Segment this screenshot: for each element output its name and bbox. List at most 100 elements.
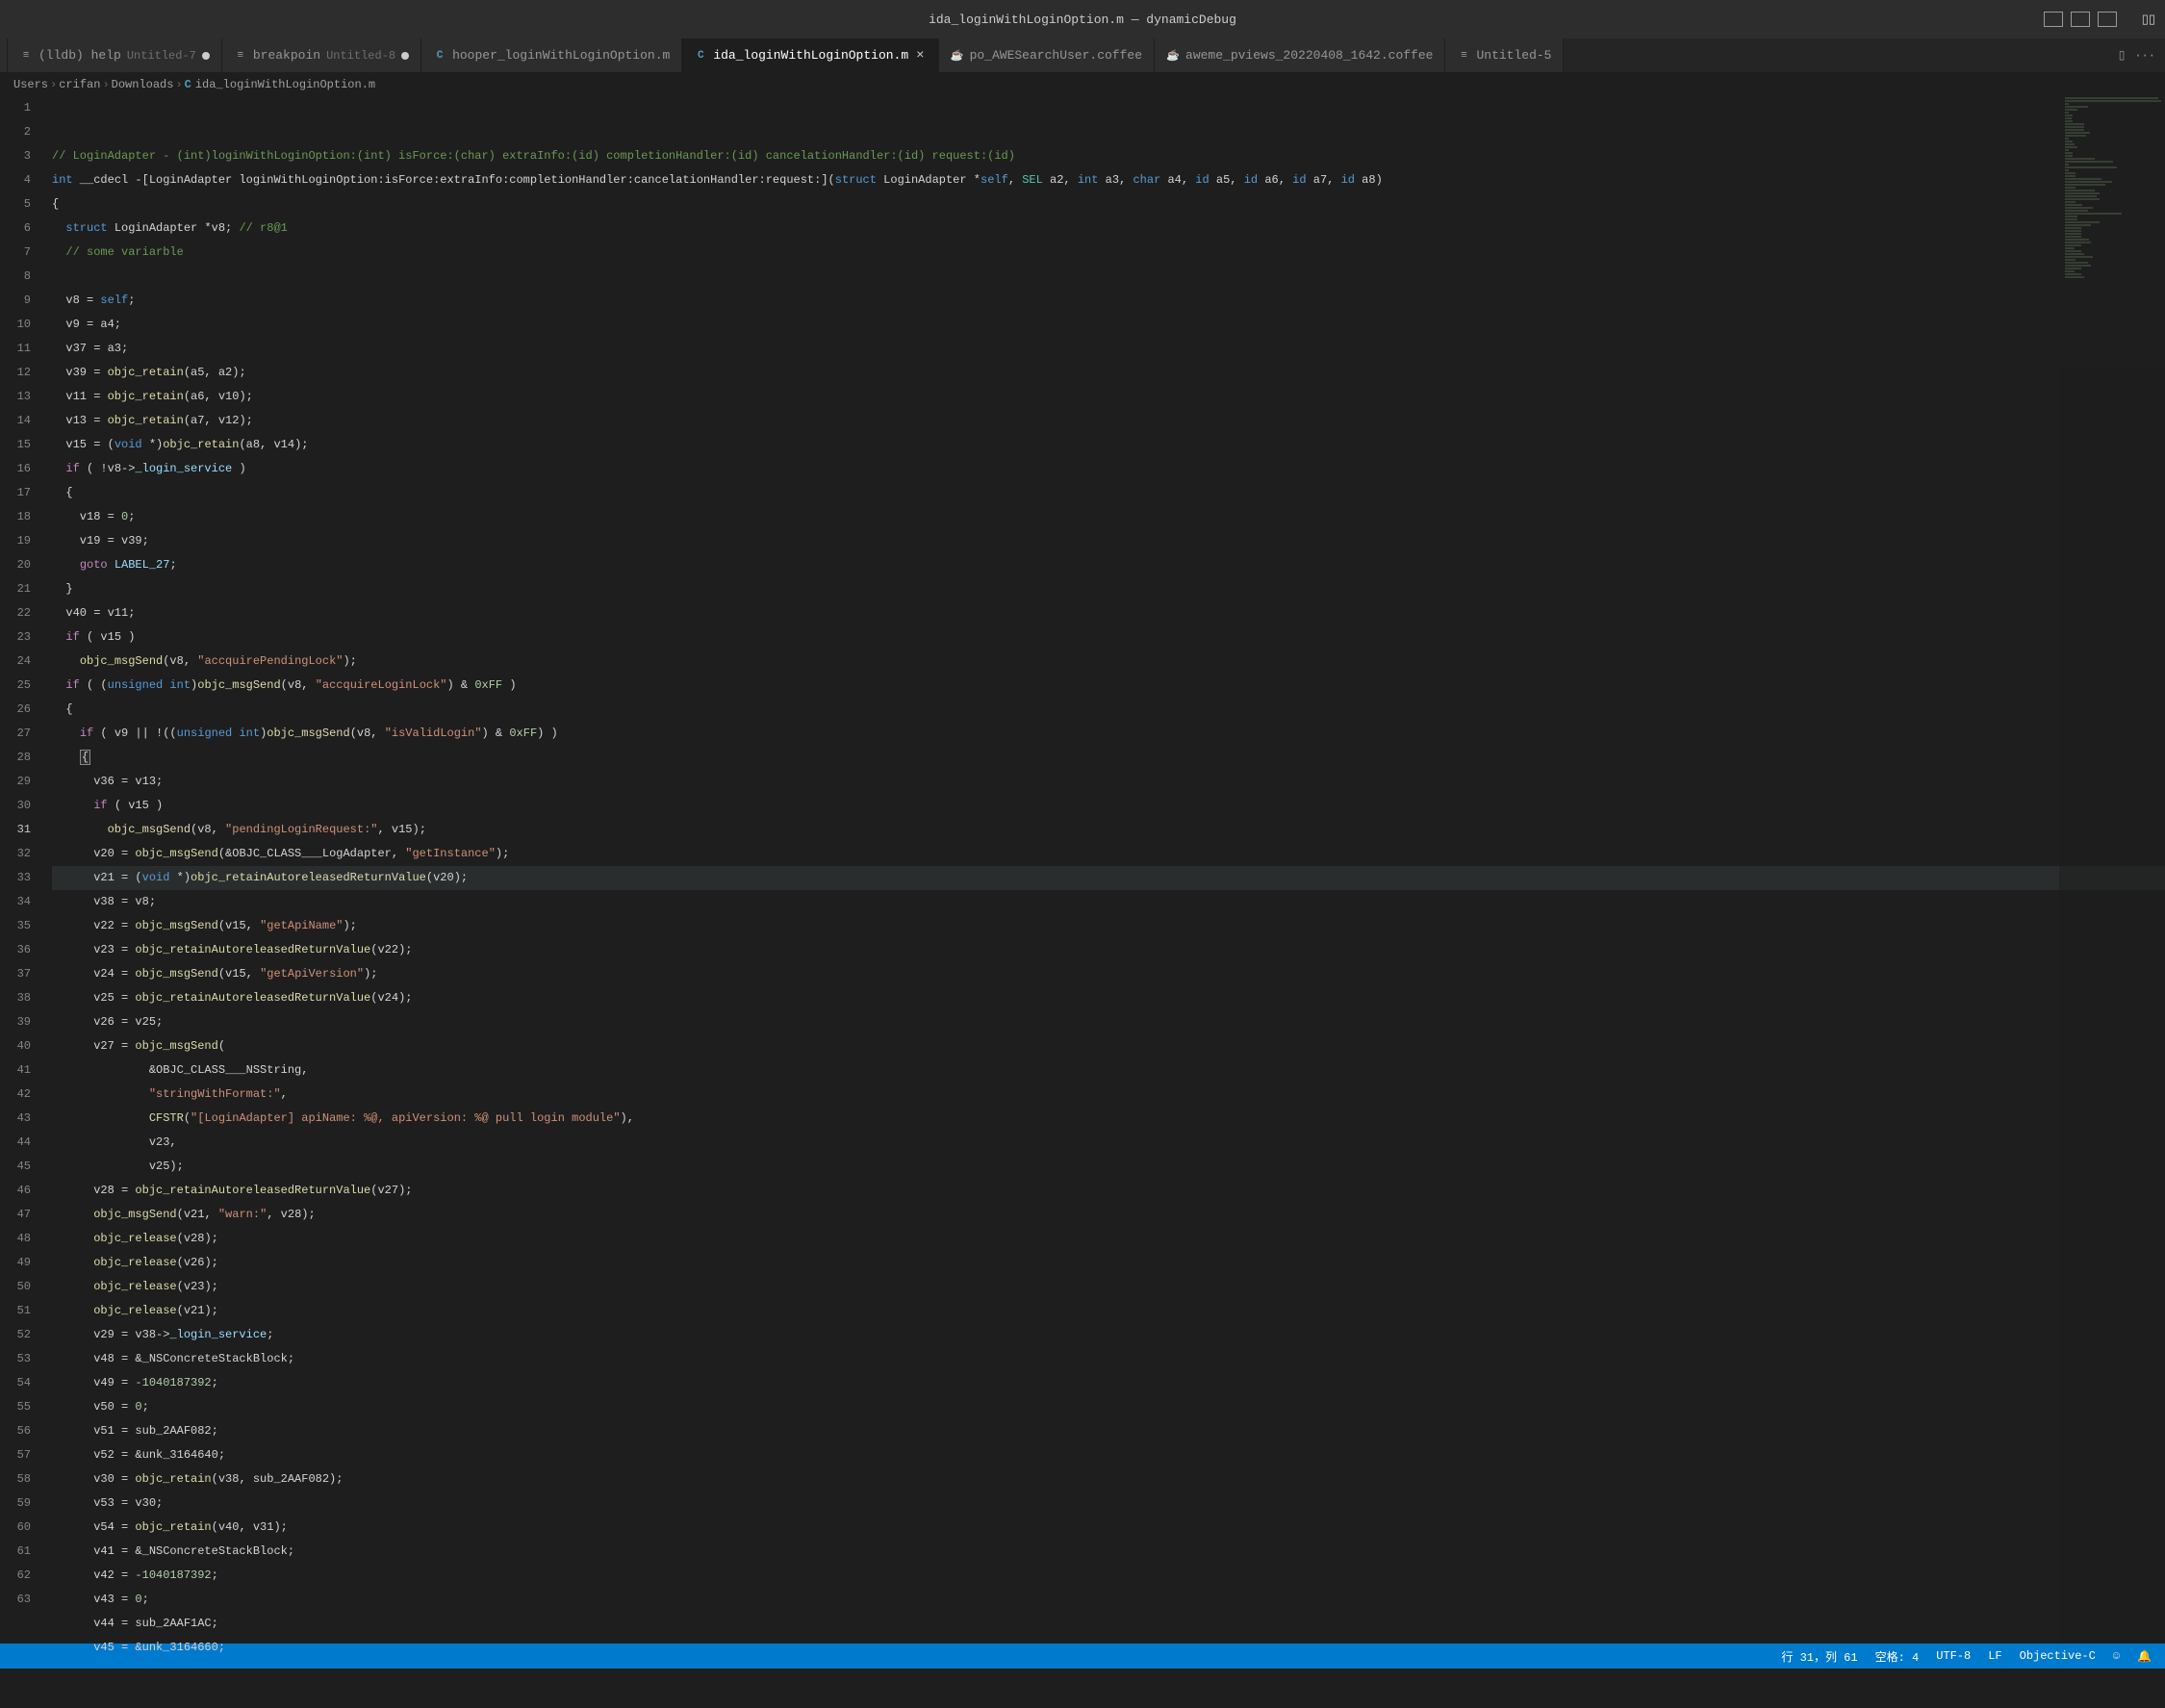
panel-bottom-icon[interactable] bbox=[2071, 12, 2090, 27]
code-line[interactable]: v45 = &unk_3164660; bbox=[52, 1636, 2165, 1660]
code-line[interactable]: v29 = v38->_login_service; bbox=[52, 1323, 2165, 1347]
code-line[interactable]: v53 = v30; bbox=[52, 1491, 2165, 1516]
split-editor-icon[interactable]: ▯ bbox=[2119, 48, 2126, 63]
tab-5[interactable]: ☕aweme_pviews_20220408_1642.coffee bbox=[1155, 38, 1445, 72]
line-number: 14 bbox=[0, 409, 31, 433]
code-line[interactable]: if ( v15 ) bbox=[52, 625, 2165, 650]
code-line[interactable]: { bbox=[52, 698, 2165, 722]
tab-label: po_AWESearchUser.coffee bbox=[970, 48, 1142, 63]
code-line[interactable]: struct LoginAdapter *v8; // r8@1 bbox=[52, 217, 2165, 241]
code-line[interactable]: v38 = v8; bbox=[52, 890, 2165, 914]
code-line[interactable]: v23, bbox=[52, 1131, 2165, 1155]
code-line[interactable]: // LoginAdapter - (int)loginWithLoginOpt… bbox=[52, 144, 2165, 168]
panel-left-icon[interactable] bbox=[2044, 12, 2063, 27]
tab-1[interactable]: ≡breakpoin Untitled-8 bbox=[222, 38, 421, 72]
line-number: 9 bbox=[0, 289, 31, 313]
code-line[interactable]: "stringWithFormat:", bbox=[52, 1083, 2165, 1107]
code-line[interactable]: v9 = a4; bbox=[52, 313, 2165, 337]
code-line[interactable]: v39 = objc_retain(a5, a2); bbox=[52, 361, 2165, 385]
more-actions-icon[interactable]: ··· bbox=[2134, 49, 2155, 63]
code-line[interactable]: v19 = v39; bbox=[52, 529, 2165, 553]
code-line[interactable]: objc_release(v26); bbox=[52, 1251, 2165, 1275]
code-line[interactable]: v44 = sub_2AAF1AC; bbox=[52, 1612, 2165, 1636]
code-line[interactable]: v48 = &_NSConcreteStackBlock; bbox=[52, 1347, 2165, 1371]
code-line[interactable]: v21 = (void *)objc_retainAutoreleasedRet… bbox=[52, 866, 2165, 890]
code-line[interactable]: } bbox=[52, 577, 2165, 601]
breadcrumbs[interactable]: Users›crifan›Downloads›Cida_loginWithLog… bbox=[0, 73, 2165, 96]
panel-right-icon[interactable] bbox=[2098, 12, 2117, 27]
code-line[interactable]: objc_release(v23); bbox=[52, 1275, 2165, 1299]
line-number: 38 bbox=[0, 986, 31, 1010]
code-line[interactable]: if ( v15 ) bbox=[52, 794, 2165, 818]
code-line[interactable]: &OBJC_CLASS___NSString, bbox=[52, 1058, 2165, 1083]
code-line[interactable]: goto LABEL_27; bbox=[52, 553, 2165, 577]
code-line[interactable]: v54 = objc_retain(v40, v31); bbox=[52, 1516, 2165, 1540]
line-number: 41 bbox=[0, 1058, 31, 1083]
code-line[interactable]: v8 = self; bbox=[52, 289, 2165, 313]
code-line[interactable]: v36 = v13; bbox=[52, 770, 2165, 794]
code-line[interactable]: CFSTR("[LoginAdapter] apiName: %@, apiVe… bbox=[52, 1107, 2165, 1131]
code-line[interactable]: { bbox=[52, 481, 2165, 505]
code-line[interactable]: v15 = (void *)objc_retain(a8, v14); bbox=[52, 433, 2165, 457]
code-line[interactable]: v20 = objc_msgSend(&OBJC_CLASS___LogAdap… bbox=[52, 842, 2165, 866]
code-line[interactable]: objc_msgSend(v8, "pendingLoginRequest:",… bbox=[52, 818, 2165, 842]
code-line[interactable]: v22 = objc_msgSend(v15, "getApiName"); bbox=[52, 914, 2165, 938]
code-line[interactable]: v27 = objc_msgSend( bbox=[52, 1034, 2165, 1058]
code-line[interactable]: v50 = 0; bbox=[52, 1395, 2165, 1419]
code-line[interactable]: v30 = objc_retain(v38, sub_2AAF082); bbox=[52, 1467, 2165, 1491]
code-line[interactable]: { bbox=[52, 192, 2165, 217]
code-line[interactable]: v23 = objc_retainAutoreleasedReturnValue… bbox=[52, 938, 2165, 962]
code-line[interactable]: if ( !v8->_login_service ) bbox=[52, 457, 2165, 481]
code-line[interactable]: v13 = objc_retain(a7, v12); bbox=[52, 409, 2165, 433]
code-line[interactable]: v49 = -1040187392; bbox=[52, 1371, 2165, 1395]
code-line[interactable]: objc_msgSend(v8, "accquirePendingLock"); bbox=[52, 650, 2165, 674]
code-line[interactable]: objc_release(v21); bbox=[52, 1299, 2165, 1323]
line-number: 49 bbox=[0, 1251, 31, 1275]
code-line[interactable]: int __cdecl -[LoginAdapter loginWithLogi… bbox=[52, 168, 2165, 192]
code-line[interactable]: v37 = a3; bbox=[52, 337, 2165, 361]
code-line[interactable]: v52 = &unk_3164640; bbox=[52, 1443, 2165, 1467]
code-line[interactable]: v42 = -1040187392; bbox=[52, 1564, 2165, 1588]
tab-3[interactable]: Cida_loginWithLoginOption.m× bbox=[682, 38, 938, 72]
code-line[interactable]: objc_release(v28); bbox=[52, 1227, 2165, 1251]
code-line[interactable]: // some variarble bbox=[52, 241, 2165, 265]
tab-4[interactable]: ☕po_AWESearchUser.coffee bbox=[939, 38, 1155, 72]
c-file-icon: C bbox=[433, 49, 446, 63]
code-line[interactable]: v51 = sub_2AAF082; bbox=[52, 1419, 2165, 1443]
code-line[interactable]: v25); bbox=[52, 1155, 2165, 1179]
line-number: 16 bbox=[0, 457, 31, 481]
breadcrumb-segment[interactable]: Users bbox=[13, 78, 48, 91]
line-number: 52 bbox=[0, 1323, 31, 1347]
breadcrumb-file[interactable]: ida_loginWithLoginOption.m bbox=[195, 78, 375, 91]
tab-2[interactable]: Chooper_loginWithLoginOption.m bbox=[421, 38, 682, 72]
code-line[interactable]: v24 = objc_msgSend(v15, "getApiVersion")… bbox=[52, 962, 2165, 986]
tab-strip-overflow-left[interactable] bbox=[0, 38, 8, 72]
code-line[interactable]: { bbox=[52, 746, 2165, 770]
line-number: 10 bbox=[0, 313, 31, 337]
code-line[interactable]: v18 = 0; bbox=[52, 505, 2165, 529]
code-line[interactable]: v26 = v25; bbox=[52, 1010, 2165, 1034]
line-number: 40 bbox=[0, 1034, 31, 1058]
code-line[interactable]: if ( (unsigned int)objc_msgSend(v8, "acc… bbox=[52, 674, 2165, 698]
line-number: 3 bbox=[0, 144, 31, 168]
editor[interactable]: 1234567891011121314151617181920212223242… bbox=[0, 96, 2165, 1644]
code-line[interactable]: v28 = objc_retainAutoreleasedReturnValue… bbox=[52, 1179, 2165, 1203]
tab-0[interactable]: ≡(lldb) help Untitled-7 bbox=[8, 38, 222, 72]
tab-label: breakpoin bbox=[253, 48, 320, 63]
code-area[interactable]: // LoginAdapter - (int)loginWithLoginOpt… bbox=[48, 96, 2165, 1644]
code-line[interactable]: v41 = &_NSConcreteStackBlock; bbox=[52, 1540, 2165, 1564]
line-number: 18 bbox=[0, 505, 31, 529]
code-line[interactable] bbox=[52, 265, 2165, 289]
code-line[interactable]: if ( v9 || !((unsigned int)objc_msgSend(… bbox=[52, 722, 2165, 746]
code-line[interactable]: objc_msgSend(v21, "warn:", v28); bbox=[52, 1203, 2165, 1227]
breadcrumb-segment[interactable]: crifan bbox=[59, 78, 100, 91]
tab-6[interactable]: ≡Untitled-5 bbox=[1445, 38, 1564, 72]
close-tab-icon[interactable]: × bbox=[914, 48, 926, 64]
code-line[interactable]: v40 = v11; bbox=[52, 601, 2165, 625]
breadcrumb-segment[interactable]: Downloads bbox=[112, 78, 174, 91]
layout-icon[interactable]: ▯▯ bbox=[2142, 13, 2155, 27]
code-line[interactable]: v25 = objc_retainAutoreleasedReturnValue… bbox=[52, 986, 2165, 1010]
code-line[interactable]: v43 = 0; bbox=[52, 1588, 2165, 1612]
code-line[interactable]: v11 = objc_retain(a6, v10); bbox=[52, 385, 2165, 409]
minimap[interactable] bbox=[2059, 96, 2165, 1644]
